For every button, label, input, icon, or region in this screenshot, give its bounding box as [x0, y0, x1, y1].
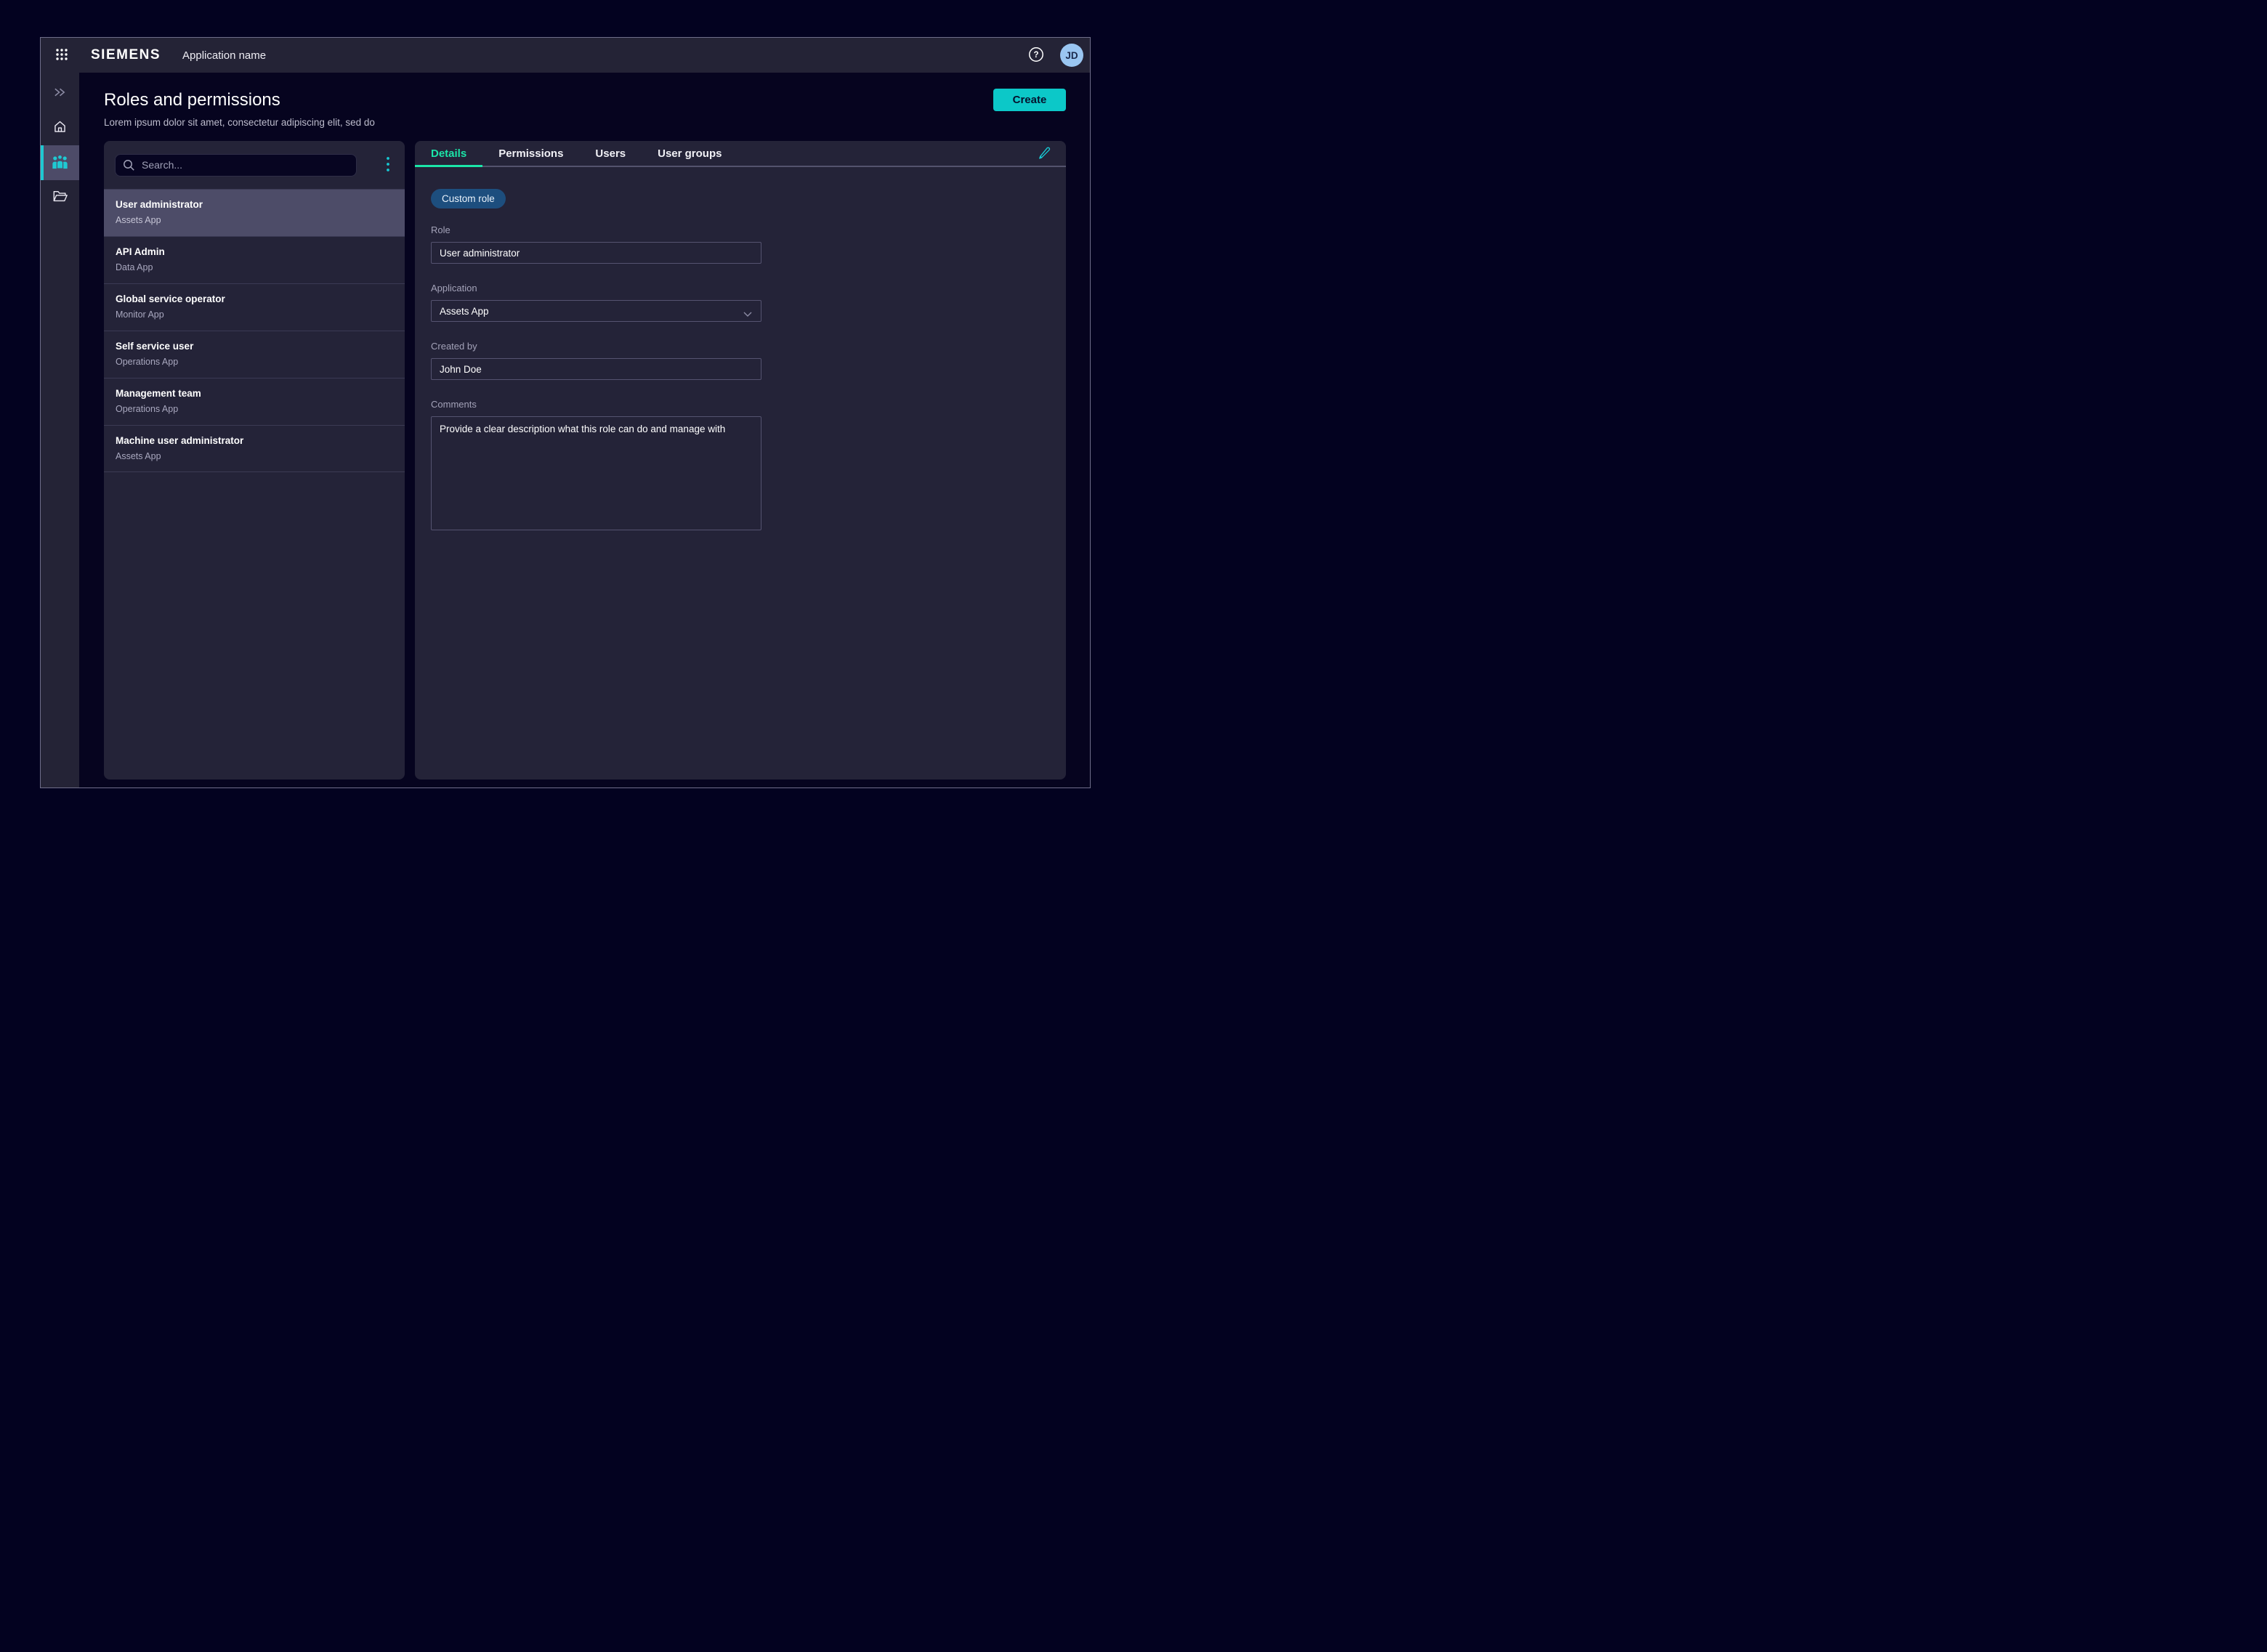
svg-text:?: ? [1033, 51, 1038, 60]
role-field: Role [431, 224, 761, 264]
page-subtitle: Lorem ipsum dolor sit amet, consectetur … [104, 117, 375, 128]
application-select-value: Assets App [440, 306, 489, 317]
role-name: Machine user administrator [116, 434, 393, 448]
double-chevron-right-icon [53, 87, 67, 100]
created-by-input[interactable] [431, 358, 761, 380]
sidebar-item-folder[interactable] [41, 180, 79, 215]
role-list-item[interactable]: API Admin Data App [104, 236, 405, 283]
role-app: Assets App [116, 214, 393, 227]
role-app: Operations App [116, 402, 393, 416]
created-by-field-label: Created by [431, 341, 761, 352]
detail-tab[interactable]: User groups [642, 141, 738, 166]
comments-textarea[interactable]: Provide a clear description what this ro… [431, 416, 761, 530]
page-head-text: Roles and permissions Lorem ipsum dolor … [104, 90, 375, 128]
page-title: Roles and permissions [104, 90, 375, 110]
detail-tab[interactable]: Users [579, 141, 642, 166]
application-select[interactable]: Assets App [431, 300, 761, 322]
sidebar-expand-button[interactable] [41, 76, 79, 110]
role-name: Global service operator [116, 293, 393, 306]
grid-icon [55, 48, 68, 63]
role-field-input[interactable] [431, 242, 761, 264]
role-list-item[interactable]: Self service user Operations App [104, 331, 405, 378]
role-field-label: Role [431, 224, 761, 235]
sidebar-item-home[interactable] [41, 110, 79, 145]
kebab-icon [386, 156, 390, 174]
help-icon: ? [1028, 46, 1044, 65]
users-icon [51, 153, 69, 172]
application-field: Application Assets App [431, 283, 761, 322]
chevron-down-icon [743, 309, 752, 320]
roles-list-panel: User administrator Assets App API Admin … [104, 141, 405, 780]
home-icon [52, 119, 68, 137]
role-app: Data App [116, 261, 393, 274]
role-list-item[interactable]: Machine user administrator Assets App [104, 425, 405, 472]
sidebar [41, 73, 79, 787]
titlebar: SIEMENS Application name ? JD [41, 38, 1090, 73]
detail-tab[interactable]: Permissions [482, 141, 579, 166]
role-app: Assets App [116, 450, 393, 463]
search-field-wrap [115, 154, 357, 177]
siemens-logo: SIEMENS [91, 47, 161, 63]
sidebar-item-users[interactable] [41, 145, 79, 180]
pencil-icon [1038, 145, 1051, 161]
user-avatar[interactable]: JD [1060, 44, 1083, 67]
comments-field-label: Comments [431, 399, 761, 410]
role-list-item[interactable]: Global service operator Monitor App [104, 283, 405, 331]
role-name: User administrator [116, 198, 393, 211]
role-name: Management team [116, 387, 393, 400]
role-list-item[interactable]: Management team Operations App [104, 378, 405, 425]
search-row [104, 141, 405, 189]
role-app: Operations App [116, 355, 393, 368]
role-list-item[interactable]: User administrator Assets App [104, 189, 405, 236]
create-button[interactable]: Create [993, 89, 1066, 111]
custom-role-badge: Custom role [431, 189, 506, 208]
role-name: Self service user [116, 340, 393, 353]
roles-list: User administrator Assets App API Admin … [104, 189, 405, 780]
role-name: API Admin [116, 246, 393, 259]
comments-field: Comments Provide a clear description wha… [431, 399, 761, 534]
detail-tab[interactable]: Details [415, 141, 482, 166]
search-input[interactable] [115, 154, 357, 177]
list-options-button[interactable] [381, 153, 395, 177]
detail-tabbar: DetailsPermissionsUsersUser groups [415, 141, 1066, 167]
detail-body: Custom role Role Application Assets App [415, 167, 1066, 534]
main-content: Roles and permissions Lorem ipsum dolor … [79, 73, 1090, 787]
app-launcher-button[interactable] [54, 46, 70, 65]
role-app: Monitor App [116, 308, 393, 321]
application-name: Application name [182, 49, 266, 62]
help-button[interactable]: ? [1028, 46, 1044, 65]
edit-role-button[interactable] [1038, 145, 1051, 161]
created-by-field: Created by [431, 341, 761, 380]
app-window: SIEMENS Application name ? JD [40, 37, 1091, 788]
role-detail-panel: DetailsPermissionsUsersUser groups Custo… [415, 141, 1066, 780]
application-field-label: Application [431, 283, 761, 293]
folder-icon [52, 190, 68, 206]
